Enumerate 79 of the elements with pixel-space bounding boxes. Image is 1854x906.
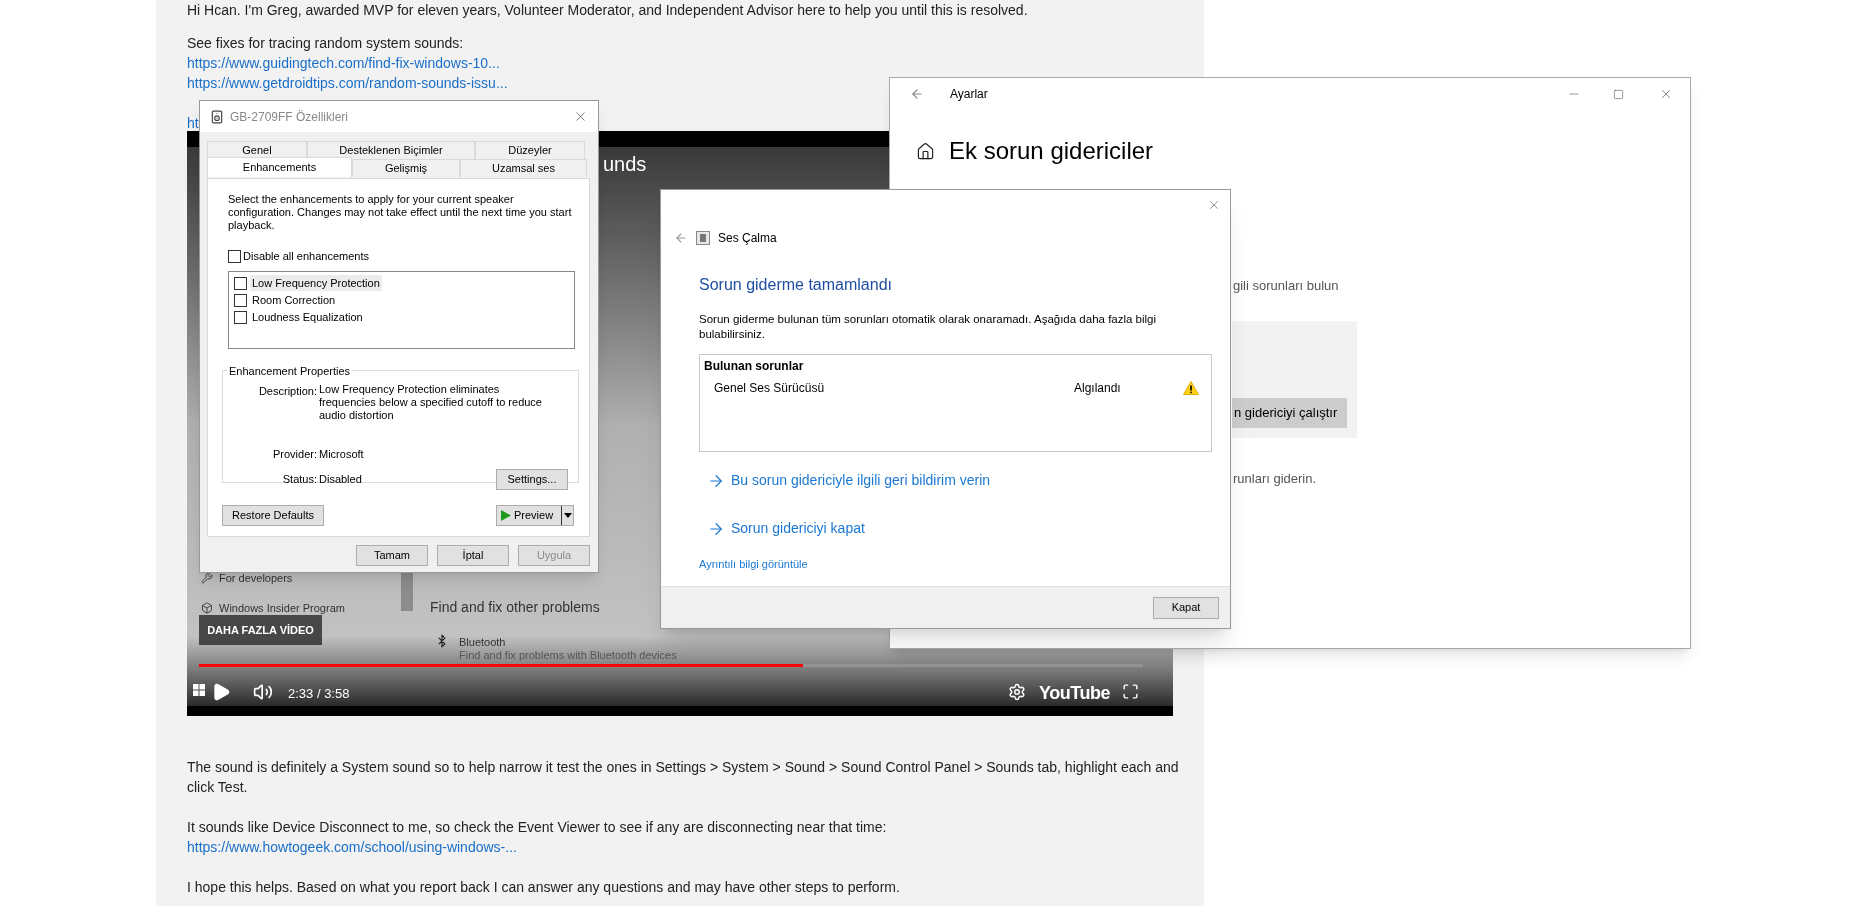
box-icon	[201, 602, 213, 615]
post-text: See fixes for tracing random system sounds:	[187, 34, 465, 53]
field-value: Low Frequency Protection eliminates frequencies below a specified cutoff to reduce audio distortion	[319, 383, 543, 422]
post-link[interactable]: https://www.guidingtech.com/find-fix-windows-10...	[187, 55, 500, 71]
tab[interactable]: Gelişmiş	[352, 159, 460, 177]
post-text: I hope this helps. Based on what you report back I can answer any questions and may have other steps to perform.	[187, 878, 901, 897]
description-text: gili sorunları bulun	[1233, 277, 1339, 295]
checkbox[interactable]	[234, 310, 247, 324]
back-icon[interactable]	[910, 87, 924, 101]
wrench-icon	[201, 572, 213, 585]
action-link[interactable]: Sorun gidericiyi kapat	[707, 518, 865, 539]
checkbox-label[interactable]: Disable all enhancements	[243, 248, 369, 265]
post-text: The sound is definitely a System sound so to help narrow it test the ones in Settings > System > Sound > Sound Control Panel > Sounds tab, highlight each and click Test.	[187, 758, 1180, 797]
warning-icon	[1183, 381, 1199, 395]
close-icon[interactable]	[1659, 87, 1673, 101]
details-link[interactable]: Ayrıntılı bilgi görüntüle	[699, 556, 808, 573]
post-link[interactable]: https://www.getdroidtips.com/random-sounds-issu...	[187, 75, 508, 91]
play-icon	[501, 509, 511, 521]
post-link[interactable]: ht	[187, 115, 199, 131]
dialog-heading: Sorun giderme tamamlandı	[699, 275, 893, 295]
more-videos-button[interactable]: DAHA FAZLA VİDEO	[199, 615, 322, 645]
nav-item[interactable]: Windows Insider Program	[219, 600, 345, 617]
restore-defaults-button[interactable]: Restore Defaults	[222, 504, 324, 526]
tab[interactable]: Enhancements	[207, 157, 352, 177]
home-icon[interactable]	[916, 141, 935, 161]
nav-item[interactable]: For developers	[219, 570, 293, 587]
tab[interactable]: Düzeyler	[475, 141, 585, 159]
troubleshooter-description: Find and fix problems with Bluetooth devices	[459, 649, 677, 662]
post-link[interactable]: https://www.howtogeek.com/school/using-windows-...	[187, 839, 517, 855]
close-icon[interactable]	[1207, 198, 1221, 212]
page-heading: Ek sorun gidericiler	[949, 136, 1154, 166]
window-title: Ses Çalma	[718, 230, 777, 247]
description-text: runları giderin.	[1233, 470, 1317, 488]
enhancement-item[interactable]: Room Correction	[250, 291, 338, 309]
action-link[interactable]: Bu sorun gidericiyle ilgili geri bildirim verin	[707, 470, 991, 491]
field-label: Provider:	[271, 447, 318, 462]
window-title: Ayarlar	[950, 86, 989, 103]
run-troubleshooter-button[interactable]: n gidericiyi çalıştır	[1232, 398, 1348, 428]
checkbox[interactable]	[228, 249, 241, 263]
enhancement-item[interactable]: Low Frequency Protection	[250, 274, 382, 292]
close-icon[interactable]	[573, 109, 588, 124]
checkbox[interactable]	[234, 276, 247, 290]
field-label: Description:	[257, 384, 318, 399]
table-header: Bulunan sorunlar	[704, 358, 805, 375]
video-time: 2:33 / 3:58	[288, 685, 350, 703]
video-title-text: unds	[603, 152, 647, 177]
play-icon[interactable]	[211, 682, 231, 702]
table-cell-text: Genel Ses Sürücüsü	[714, 380, 826, 397]
settings-icon[interactable]	[1008, 683, 1026, 701]
windows-logo-icon	[193, 684, 205, 696]
settings-button[interactable]: Settings...	[496, 468, 568, 490]
speaker-box-icon	[696, 231, 710, 245]
window-title: GB-2709FF Özellikleri	[230, 108, 350, 126]
section-heading: Find and fix other problems	[430, 598, 600, 617]
field-label: Status:	[281, 471, 318, 487]
field-value: Disabled	[319, 471, 363, 487]
dialog-button[interactable]: Tamam	[356, 545, 428, 566]
enhancement-item[interactable]: Loudness Equalization	[250, 308, 365, 326]
post-text: Hi Hcan. I'm Greg, awarded MVP for eleven years, Volunteer Moderator, and Independent Advisor here to help you until this is resolved.	[187, 1, 1029, 20]
fullscreen-icon[interactable]	[1122, 683, 1139, 700]
troubleshooter-title[interactable]: Bluetooth	[459, 634, 506, 651]
volume-icon[interactable]	[253, 682, 273, 702]
field-value: Microsoft	[319, 447, 364, 462]
table-cell-text: Algılandı	[1074, 380, 1122, 397]
instruction-text: Select the enhancements to apply for your current speaker configuration. Changes may not take effect until the next time you start playback.	[228, 193, 573, 232]
progress-track[interactable]	[199, 664, 1143, 667]
speaker-icon	[210, 109, 224, 124]
tab[interactable]: Desteklenen Biçimler	[307, 141, 475, 159]
preview-button[interactable]: Preview	[496, 504, 574, 526]
tab[interactable]: Uzamsal ses	[460, 159, 587, 177]
dialog-button[interactable]: İptal	[437, 545, 509, 566]
checkbox[interactable]	[234, 293, 247, 307]
group-label: Enhancement Properties	[228, 363, 352, 379]
message-text: Sorun giderme bulunan tüm sorunları otomatik olarak onaramadı. Aşağıda daha fazla bilgi bulabilirsiniz.	[699, 312, 1158, 342]
back-icon[interactable]	[674, 231, 688, 245]
youtube-logo[interactable]: YouTube	[1039, 680, 1111, 707]
close-button[interactable]: Kapat	[1153, 596, 1219, 619]
post-text: It sounds like Device Disconnect to me, so check the Event Viewer to see if any are disconnecting near that time:	[187, 818, 888, 837]
caret-icon	[561, 505, 573, 525]
